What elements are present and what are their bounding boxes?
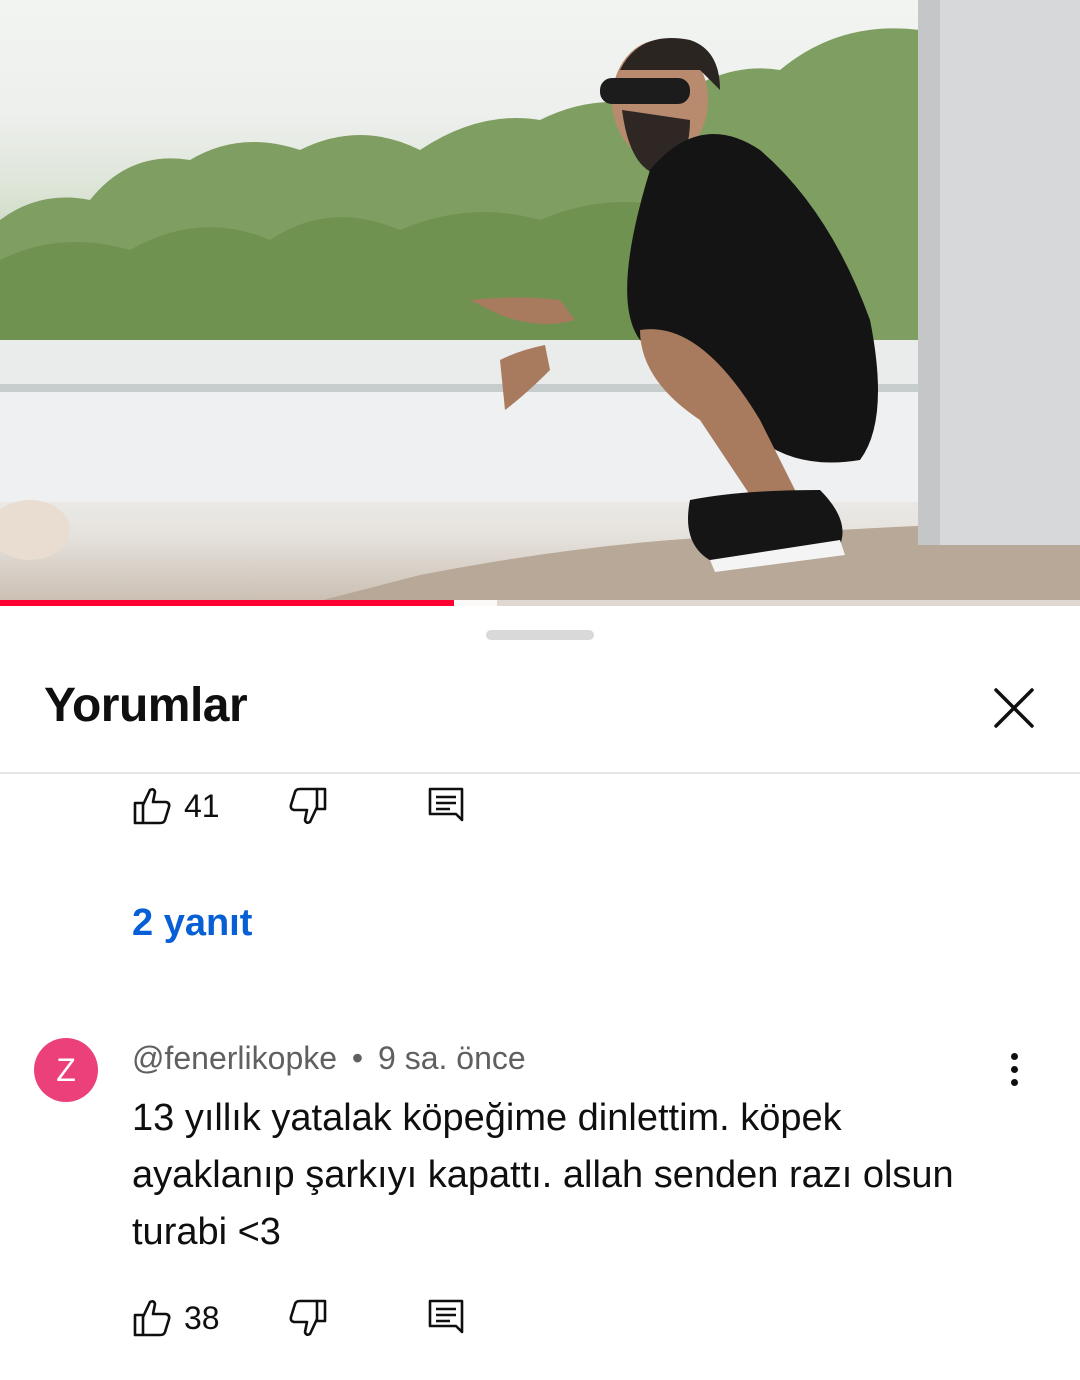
view-replies-link[interactable]: 2 yanıt (132, 902, 252, 945)
close-icon (994, 688, 1034, 728)
reply-icon (428, 787, 464, 822)
like-button[interactable]: 41 (130, 780, 220, 832)
like-button[interactable]: 38 (130, 1292, 220, 1344)
reply-button[interactable] (424, 780, 468, 832)
avatar[interactable]: Z (34, 1038, 98, 1102)
comment-time: 9 sa. önce (378, 1040, 526, 1076)
dislike-button[interactable] (286, 780, 330, 832)
thumb-up-icon (133, 1300, 171, 1337)
reply-button[interactable] (424, 1292, 468, 1344)
video-frame-image (0, 0, 1080, 606)
comment-meta: @fenerlikopke • 9 sa. önce (132, 1040, 526, 1077)
header-divider (0, 772, 1080, 774)
more-vert-icon-dot (1010, 1078, 1018, 1086)
comments-sheet: Yorumlar 41 2 yanıt Z @fenerlikopke • 9 … (0, 606, 1080, 1380)
video-player[interactable] (0, 0, 1080, 606)
comment-username[interactable]: @fenerlikopke (132, 1040, 337, 1076)
sheet-title: Yorumlar (44, 679, 248, 732)
dislike-button[interactable] (286, 1292, 330, 1344)
more-options-button[interactable] (994, 1044, 1034, 1094)
meta-separator: • (351, 1040, 364, 1076)
reply-icon (428, 1299, 464, 1334)
comment-text: 13 yıllık yatalak köpeğime dinlettim. kö… (132, 1097, 954, 1253)
thumb-down-icon (289, 1299, 327, 1336)
close-button[interactable] (984, 678, 1044, 738)
sheet-drag-handle[interactable] (486, 630, 594, 640)
comment-actions: 41 (130, 780, 490, 832)
more-vert-icon (1010, 1052, 1018, 1060)
like-count: 38 (184, 1299, 220, 1336)
thumb-down-icon (289, 787, 327, 824)
comment-actions: 38 (130, 1292, 490, 1344)
thumb-up-icon (133, 788, 171, 825)
like-count: 41 (184, 787, 220, 824)
more-vert-icon-dot (1010, 1065, 1018, 1073)
